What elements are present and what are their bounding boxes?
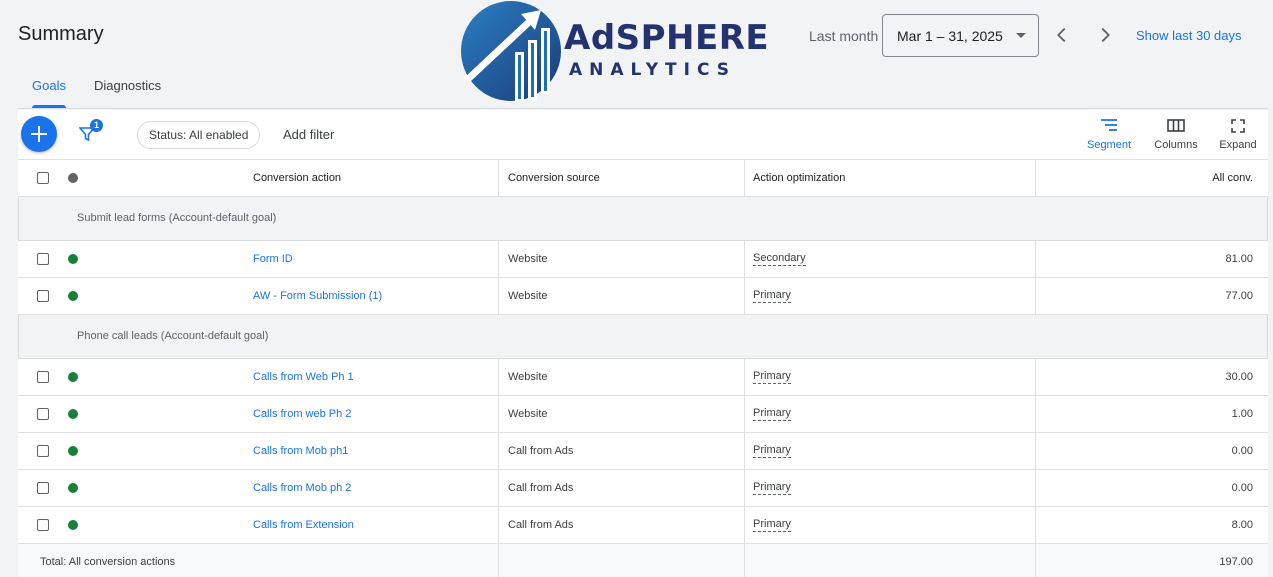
enabled-status-icon — [68, 483, 78, 493]
next-period-icon[interactable] — [1094, 24, 1116, 46]
all-conv-value: 30.00 — [1035, 359, 1268, 395]
logo-subtitle: ANALYTICS — [569, 60, 736, 80]
conversion-source: Website — [498, 241, 744, 277]
table-total-row: Total: All conversion actions 197.00 — [18, 544, 1268, 577]
goal-group-row: Phone call leads (Account-default goal) — [18, 315, 1268, 359]
table-row: Calls from web Ph 2 Website Primary 1.00 — [18, 396, 1268, 433]
row-checkbox[interactable] — [37, 290, 49, 302]
dropdown-caret-icon — [1016, 33, 1026, 38]
total-all-conv-value: 197.00 — [1035, 544, 1268, 577]
row-checkbox[interactable] — [37, 519, 49, 531]
logo-emblem-icon — [461, 1, 561, 102]
conversion-action-link[interactable]: Calls from web Ph 2 — [253, 408, 351, 420]
row-checkbox[interactable] — [37, 371, 49, 383]
table-toolbar: 1 Status: All enabled Add filter Segment… — [18, 110, 1268, 160]
previous-period-icon[interactable] — [1051, 24, 1073, 46]
action-optimization[interactable]: Primary — [753, 444, 791, 458]
all-conv-value: 0.00 — [1035, 470, 1268, 506]
table-row: Calls from Web Ph 1 Website Primary 30.0… — [18, 359, 1268, 396]
conversion-source: Call from Ads — [498, 433, 744, 469]
table-row: Calls from Extension Call from Ads Prima… — [18, 507, 1268, 544]
columns-button[interactable]: Columns — [1146, 118, 1206, 151]
conversion-action-link[interactable]: Calls from Mob ph 2 — [253, 482, 351, 494]
all-conv-value: 1.00 — [1035, 396, 1268, 432]
conversion-source: Website — [498, 359, 744, 395]
total-optimization-cell — [744, 544, 1035, 577]
status-filter-chip[interactable]: Status: All enabled — [137, 121, 261, 149]
all-conv-value: 81.00 — [1035, 241, 1268, 277]
enabled-status-icon — [68, 254, 78, 264]
columns-label: Columns — [1154, 139, 1198, 151]
column-header-conversion-action[interactable]: Conversion action — [253, 160, 341, 196]
conversion-action-link[interactable]: Form ID — [253, 253, 293, 265]
tab-divider — [18, 108, 1268, 109]
column-header-action-optimization[interactable]: Action optimization — [744, 160, 1035, 196]
action-optimization[interactable]: Secondary — [753, 252, 806, 266]
goal-group-row: Submit lead forms (Account-default goal) — [18, 197, 1268, 241]
expand-icon — [1231, 119, 1245, 133]
segment-label: Segment — [1086, 139, 1132, 151]
row-checkbox[interactable] — [37, 445, 49, 457]
enabled-status-icon — [68, 291, 78, 301]
action-optimization[interactable]: Primary — [753, 407, 791, 421]
row-checkbox[interactable] — [37, 408, 49, 420]
action-optimization[interactable]: Primary — [753, 289, 791, 303]
add-conversion-button[interactable] — [21, 116, 57, 152]
conversion-source: Website — [498, 396, 744, 432]
select-all-checkbox[interactable] — [37, 172, 49, 184]
table-header-row: Conversion action Conversion source Acti… — [18, 160, 1268, 197]
segment-icon — [1101, 119, 1117, 131]
action-optimization[interactable]: Primary — [753, 370, 791, 384]
enabled-status-icon — [68, 409, 78, 419]
tab-bar: Goals Diagnostics — [18, 78, 175, 108]
all-conv-value: 8.00 — [1035, 507, 1268, 543]
all-conv-value: 0.00 — [1035, 433, 1268, 469]
enabled-status-icon — [68, 520, 78, 530]
date-range-value: Mar 1 – 31, 2025 — [897, 27, 1003, 44]
row-checkbox[interactable] — [37, 482, 49, 494]
conversion-source: Call from Ads — [498, 470, 744, 506]
table-row: Calls from Mob ph1 Call from Ads Primary… — [18, 433, 1268, 470]
conversion-action-link[interactable]: AW - Form Submission (1) — [253, 290, 382, 302]
logo-title: AdSPHERE — [564, 18, 770, 58]
date-range-select[interactable]: Mar 1 – 31, 2025 — [882, 14, 1039, 57]
adsphere-logo: AdSPHERE ANALYTICS — [459, 0, 769, 102]
row-checkbox[interactable] — [37, 253, 49, 265]
table-row: AW - Form Submission (1) Website Primary… — [18, 278, 1268, 315]
conversion-actions-table: Conversion action Conversion source Acti… — [18, 160, 1268, 577]
conversion-action-link[interactable]: Calls from Web Ph 1 — [253, 371, 354, 383]
total-label: Total: All conversion actions — [40, 556, 176, 568]
status-column-icon — [68, 173, 78, 183]
enabled-status-icon — [68, 446, 78, 456]
filter-count-badge: 1 — [90, 119, 103, 132]
table-row: Calls from Mob ph 2 Call from Ads Primar… — [18, 470, 1268, 507]
goal-group-label: Submit lead forms (Account-default goal) — [77, 212, 277, 224]
tab-goals[interactable]: Goals — [18, 78, 80, 108]
date-range-label: Last month — [809, 28, 879, 44]
conversion-source: Website — [498, 278, 744, 314]
column-header-conversion-source[interactable]: Conversion source — [498, 160, 744, 196]
tab-diagnostics[interactable]: Diagnostics — [80, 78, 175, 108]
columns-icon — [1167, 119, 1185, 132]
action-optimization[interactable]: Primary — [753, 518, 791, 532]
conversion-action-link[interactable]: Calls from Extension — [253, 519, 354, 531]
page-title: Summary — [18, 23, 104, 45]
column-header-all-conv[interactable]: All conv. — [1035, 160, 1268, 196]
show-last-30-days-link[interactable]: Show last 30 days — [1136, 28, 1242, 43]
enabled-status-icon — [68, 372, 78, 382]
conversion-source: Call from Ads — [498, 507, 744, 543]
expand-label: Expand — [1219, 139, 1257, 151]
expand-button[interactable]: Expand — [1208, 118, 1268, 151]
table-row: Form ID Website Secondary 81.00 — [18, 241, 1268, 278]
all-conv-value: 77.00 — [1035, 278, 1268, 314]
conversion-action-link[interactable]: Calls from Mob ph1 — [253, 445, 348, 457]
goal-group-label: Phone call leads (Account-default goal) — [77, 330, 269, 342]
add-filter-button[interactable]: Add filter — [283, 127, 334, 142]
conversions-card: 1 Status: All enabled Add filter Segment… — [18, 110, 1268, 577]
action-optimization[interactable]: Primary — [753, 481, 791, 495]
segment-button[interactable]: Segment — [1079, 118, 1139, 151]
total-source-cell — [498, 544, 744, 577]
